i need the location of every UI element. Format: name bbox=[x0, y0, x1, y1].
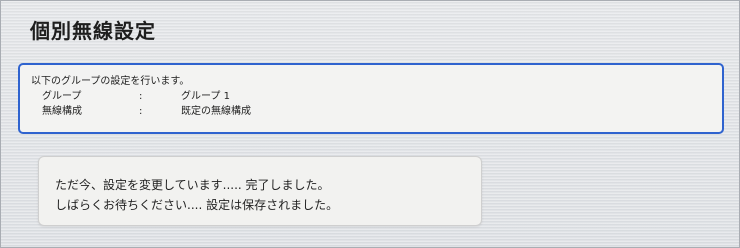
info-value: 既定の無線構成 bbox=[181, 106, 251, 117]
page: { "header": { "title": "個別無線設定" }, "info… bbox=[0, 0, 740, 248]
page-title: 個別無線設定 bbox=[30, 19, 156, 43]
info-separator: : bbox=[139, 91, 143, 102]
info-intro-text: 以下のグループの設定を行います。 bbox=[31, 76, 190, 87]
info-value: グループ 1 bbox=[181, 91, 230, 102]
group-info-panel: 以下のグループの設定を行います。 グループ : グループ 1 無線構成 : 既定… bbox=[18, 63, 724, 134]
status-message-panel: ただ今、設定を変更しています..... 完了しました。 しばらくお待ちください.… bbox=[38, 156, 482, 226]
status-line-1: ただ今、設定を変更しています..... 完了しました。 bbox=[55, 178, 330, 192]
info-row-wireless-config: 無線構成 : 既定の無線構成 bbox=[31, 104, 712, 119]
info-row-group: グループ : グループ 1 bbox=[31, 89, 712, 104]
info-separator: : bbox=[139, 106, 143, 117]
info-label: グループ bbox=[42, 91, 82, 102]
info-label: 無線構成 bbox=[42, 106, 82, 117]
status-line-2: しばらくお待ちください.... 設定は保存されました。 bbox=[55, 198, 339, 212]
